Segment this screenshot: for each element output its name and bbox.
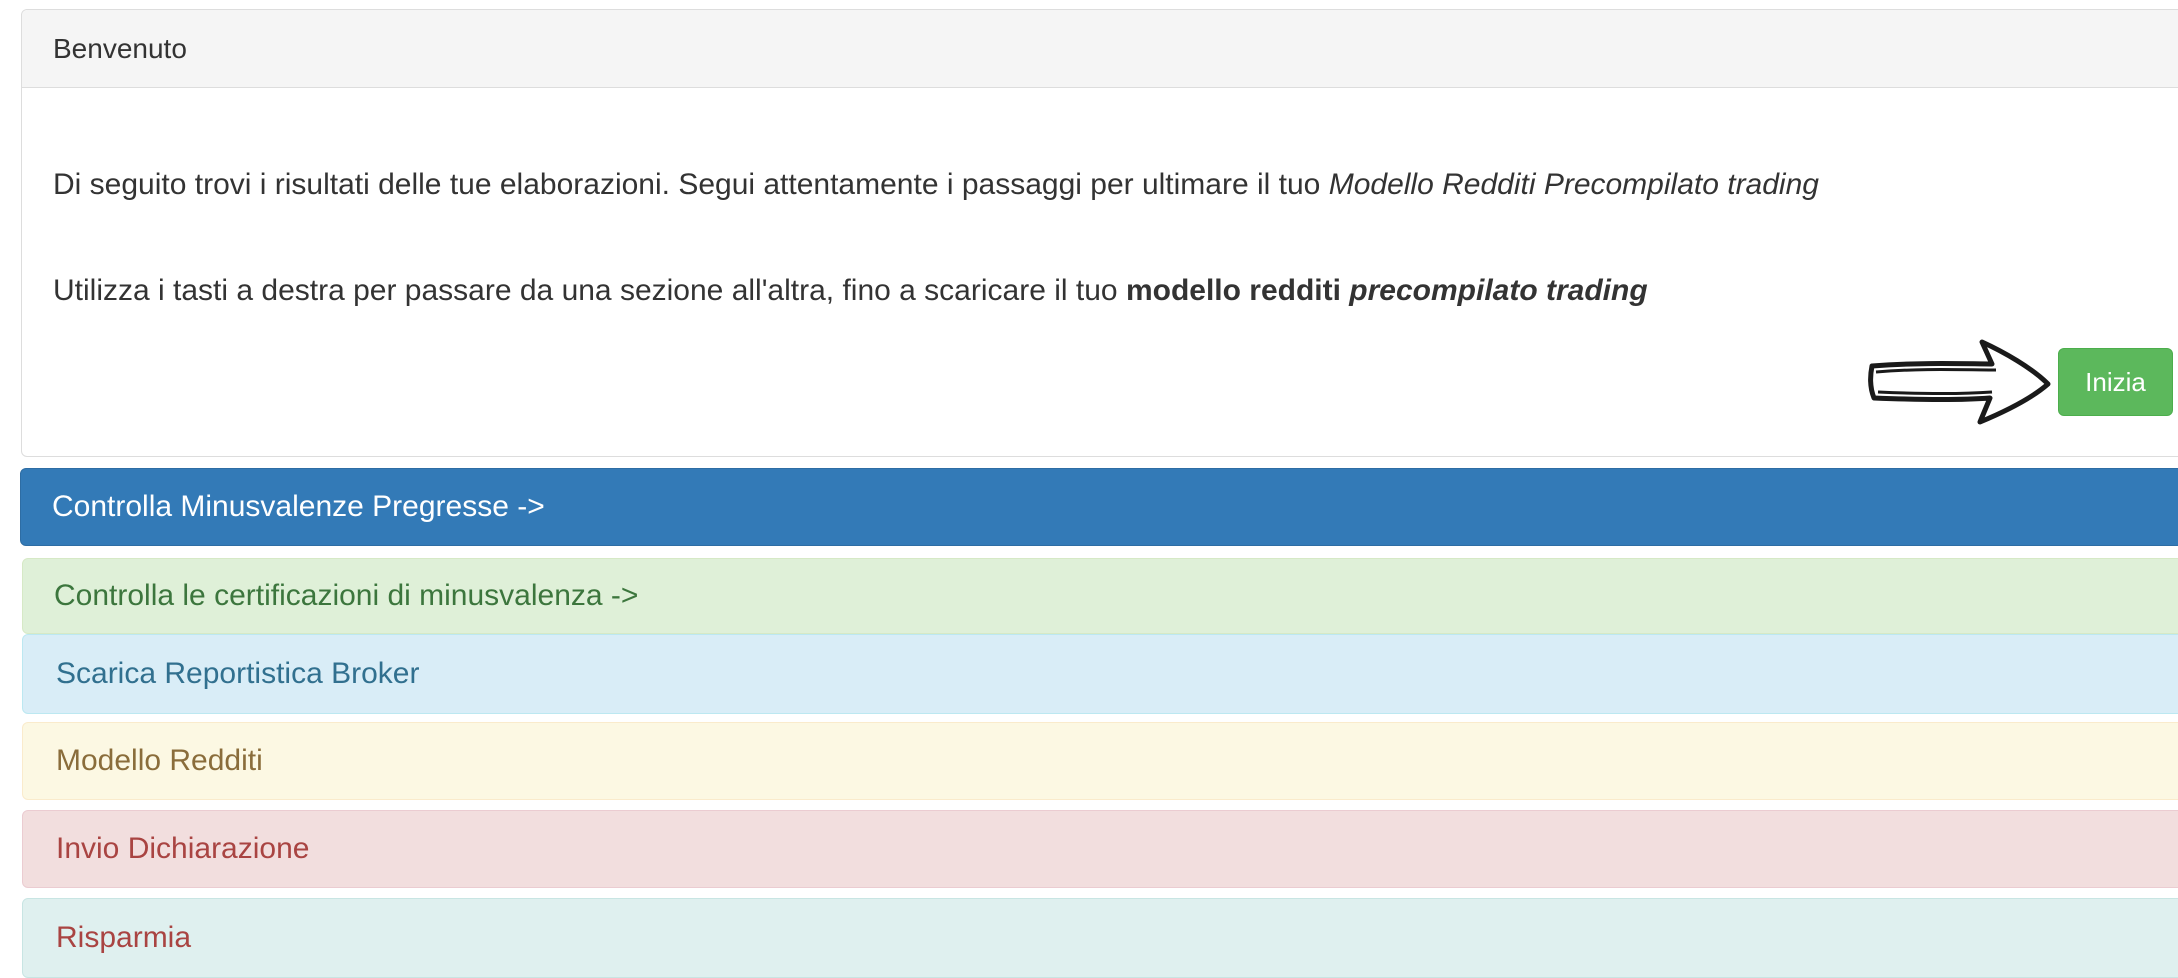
section-invio-dichiarazione[interactable]: Invio Dichiarazione xyxy=(22,810,2178,888)
section-modello-redditi[interactable]: Modello Redditi xyxy=(22,722,2178,800)
welcome-heading: Benvenuto xyxy=(22,10,2178,88)
section-label: Controlla le certificazioni di minusvale… xyxy=(54,579,639,612)
intro-text: Di seguito trovi i risultati delle tue e… xyxy=(53,168,1329,201)
instructions-bold: modello redditi xyxy=(1125,274,1350,307)
section-label: Scarica Reportistica Broker xyxy=(56,657,420,690)
section-label: Risparmia xyxy=(56,921,192,954)
arrow-right-icon xyxy=(1864,328,2054,433)
welcome-panel: Benvenuto Di seguito trovi i risultati d… xyxy=(21,9,2178,457)
section-label: Controlla Minusvalenze Pregresse -> xyxy=(52,490,545,523)
section-label: Invio Dichiarazione xyxy=(56,832,310,865)
section-label: Modello Redditi xyxy=(56,744,263,777)
section-certificazioni-minusvalenza[interactable]: Controlla le certificazioni di minusvale… xyxy=(22,558,2178,634)
intro-emphasis: Modello Redditi Precompilato trading xyxy=(1328,168,1819,201)
instructions-bold-italic: precompilato trading xyxy=(1349,274,1648,307)
instructions-paragraph: Utilizza i tasti a destra per passare da… xyxy=(53,274,1648,308)
instructions-text: Utilizza i tasti a destra per passare da… xyxy=(53,274,1126,307)
intro-paragraph: Di seguito trovi i risultati delle tue e… xyxy=(53,168,1819,202)
section-reportistica-broker[interactable]: Scarica Reportistica Broker xyxy=(22,634,2178,714)
section-minusvalenze-pregresse[interactable]: Controlla Minusvalenze Pregresse -> xyxy=(20,468,2178,546)
welcome-title: Benvenuto xyxy=(53,32,187,64)
section-risparmia[interactable]: Risparmia xyxy=(22,898,2178,978)
start-button[interactable]: Inizia xyxy=(2058,348,2173,416)
